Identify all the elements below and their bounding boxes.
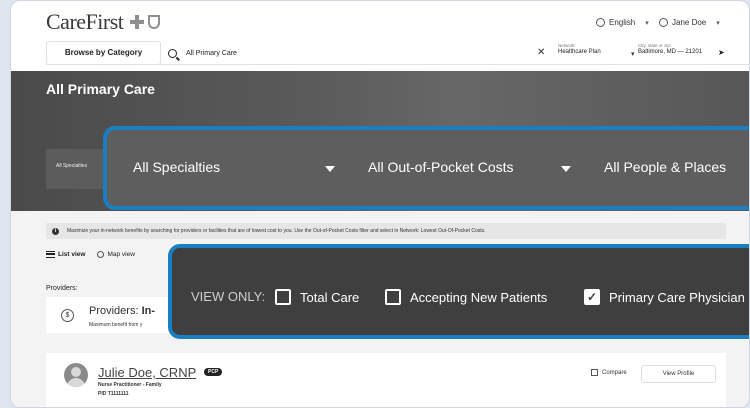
accepting-new-patients-label: Accepting New Patients [410,289,548,305]
dollar-icon: $ [61,309,74,322]
list-view-label: List view [58,251,86,259]
provider-group-subtitle: Maximum benefit from y [89,322,143,328]
view-profile-button[interactable]: View Profile [641,365,716,383]
network-select[interactable]: Network: Healthcare Plan [558,43,636,55]
location-value: Baltimore, MD — 21201 [638,49,703,55]
providers-label: Providers: [46,285,78,292]
checkbox-icon [275,289,291,305]
provider-group-title: Providers: In- [89,305,155,317]
language-selector[interactable]: English ▾ [596,18,649,27]
compare-label: Compare [602,369,627,376]
provider-role: Nurse Practitioner - Family [98,382,162,388]
pcp-badge: PCP [204,368,223,376]
people-places-filter[interactable]: All People & Places [604,159,726,175]
chevron-down-icon [325,166,335,172]
costs-filter[interactable]: All Out-of-Pocket Costs [368,159,514,175]
compare-checkbox[interactable]: Compare [591,369,627,376]
user-icon [659,18,668,27]
user-menu[interactable]: Jane Doe ▾ [659,18,720,27]
user-name: Jane Doe [672,18,707,27]
carefirst-logo[interactable]: CareFirst [46,9,161,35]
list-icon [46,251,55,258]
accepting-new-patients-checkbox[interactable]: Accepting New Patients [385,289,547,305]
checkbox-icon [591,369,598,376]
primary-care-physician-checkbox[interactable]: ✓ Primary Care Physician [584,289,745,305]
total-care-label: Total Care [300,289,360,305]
provider-pid: PID T1111111 [98,391,129,397]
logo-text: CareFirst [46,9,124,34]
specialties-mini-filter[interactable]: All Specialties [56,163,87,169]
language-label: English [609,18,636,27]
total-care-checkbox[interactable]: Total Care [275,289,359,305]
location-field[interactable]: City, state or zip: Baltimore, MD — 2120… [638,43,728,55]
map-pin-icon [97,251,105,258]
info-banner: i Maximize your in-network benefits by s… [46,223,726,239]
search-value: All Primary Care [186,49,237,57]
checkmark-icon: ✓ [584,289,600,305]
close-icon[interactable]: ✕ [537,47,545,58]
chevron-down-icon: ▾ [645,19,649,27]
checkbox-icon [385,289,401,305]
specialties-filter[interactable]: All Specialties [133,159,220,175]
chevron-down-icon: ▾ [716,19,720,27]
list-view-tab[interactable]: List view [46,251,85,258]
map-view-tab[interactable]: Map view [97,251,135,259]
view-toggle: List view Map view [46,251,135,258]
info-message: Maximize your in-network benefits by sea… [67,228,486,234]
provider-group-title-bold: In- [141,305,156,317]
search-bar: Browse by Category All Primary Care ✕ Ne… [46,40,749,65]
shield-icon [148,15,161,29]
location-arrow-icon[interactable]: ➤ [718,48,725,57]
view-only-label: VIEW ONLY: [191,289,266,304]
app-frame: CareFirst English ▾ Jane Doe ▾ Browse by… [10,0,750,408]
chevron-down-icon [561,166,571,172]
network-value: Healthcare Plan [558,49,601,55]
browse-by-category-button[interactable]: Browse by Category [46,40,161,65]
network-label: Network: [558,43,576,48]
avatar [64,363,88,387]
page-title: All Primary Care [46,81,155,97]
map-view-label: Map view [107,251,135,259]
provider-card [46,353,726,407]
search-icon [168,48,177,58]
globe-icon [596,18,605,27]
provider-name-link[interactable]: Julie Doe, CRNP [98,365,196,380]
search-input[interactable]: All Primary Care [168,41,548,65]
provider-group-title-prefix: Providers: [89,305,142,317]
info-icon: i [52,227,59,235]
primary-care-physician-label: Primary Care Physician [609,289,745,305]
cross-icon [130,15,145,29]
chevron-down-icon[interactable]: ▾ [631,50,635,58]
location-label: City, state or zip: [638,43,672,48]
